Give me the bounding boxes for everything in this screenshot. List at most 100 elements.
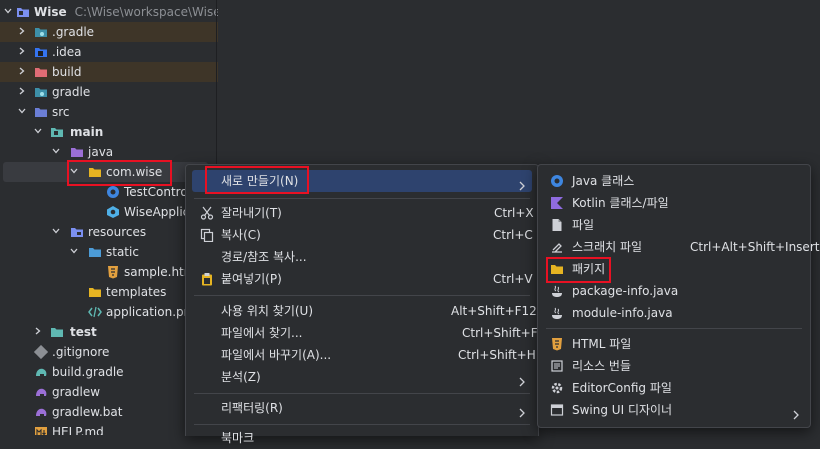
tree-item-build[interactable]: build: [0, 62, 218, 82]
tree-item-java[interactable]: java: [0, 142, 218, 162]
source-folder-icon: [70, 145, 84, 159]
submenu-item-resource-bundle[interactable]: 리소스 번들: [544, 355, 804, 377]
chevron-down-icon[interactable]: [70, 247, 78, 255]
menu-item-copy-path[interactable]: 경로/참조 복사...: [192, 246, 532, 268]
root-name: Wise: [34, 5, 67, 19]
menu-item-cut[interactable]: 잘라내기(T) Ctrl+X: [192, 202, 534, 224]
tree-item-label: gradlew: [52, 385, 101, 399]
excluded-folder-icon: [34, 65, 48, 79]
submenu-item-package-info[interactable]: package-info.java: [544, 280, 804, 302]
tree-item-gradle[interactable]: gradle: [0, 82, 218, 102]
menu-separator: [546, 328, 802, 329]
menu-item-label: 리팩터링(R): [221, 401, 283, 415]
menu-separator: [194, 198, 530, 199]
test-folder-icon: [50, 325, 64, 339]
tree-item-gradle-hidden[interactable]: .gradle: [0, 22, 218, 42]
menu-item-shortcut: Ctrl+C: [493, 228, 533, 242]
resource-bundle-icon: [550, 359, 564, 373]
tree-item-label: HELP.md: [52, 425, 104, 435]
chevron-down-icon[interactable]: [34, 127, 42, 135]
menu-item-refactor[interactable]: 리팩터링(R): [192, 397, 532, 419]
file-icon: [550, 218, 564, 232]
chevron-right-icon[interactable]: [18, 47, 26, 55]
chevron-down-icon[interactable]: [4, 7, 12, 15]
markdown-file-icon: [34, 425, 48, 435]
spring-boot-class-icon: [106, 205, 120, 219]
tree-item-label: gradle: [52, 85, 91, 99]
folder-icon: [88, 245, 102, 259]
menu-item-paste[interactable]: 붙여넣기(P) Ctrl+V: [192, 268, 533, 290]
menu-item-label: 패키지: [572, 262, 606, 276]
submenu-item-kotlin-file[interactable]: Kotlin 클래스/파일: [544, 192, 804, 214]
chevron-down-icon[interactable]: [18, 107, 26, 115]
submenu-item-html-file[interactable]: HTML 파일: [544, 333, 804, 355]
menu-item-copy[interactable]: 복사(C) Ctrl+C: [192, 224, 533, 246]
menu-item-shortcut: Alt+Shift+F12: [451, 304, 537, 318]
java-file-icon: [550, 284, 564, 298]
tree-root-row[interactable]: Wise C:\Wise\workspace\Wise: [0, 2, 218, 22]
menu-item-find-in-files[interactable]: 파일에서 찾기... Ctrl+Shift+F: [192, 322, 538, 344]
menu-item-analyze[interactable]: 분석(Z): [192, 366, 532, 388]
tree-item-label: com.wise: [106, 165, 163, 179]
module-folder-icon: [50, 125, 64, 139]
menu-item-label: 분석(Z): [221, 370, 261, 384]
submenu-item-package[interactable]: 패키지: [544, 258, 804, 280]
menu-item-shortcut: Ctrl+V: [493, 272, 533, 286]
menu-item-shortcut: Ctrl+Shift+H: [458, 348, 536, 362]
properties-file-icon: [88, 305, 102, 319]
submenu-item-module-info[interactable]: module-info.java: [544, 302, 804, 324]
menu-item-label: 붙여넣기(P): [221, 272, 282, 286]
chevron-down-icon[interactable]: [52, 147, 60, 155]
menu-item-label: 리소스 번들: [572, 359, 632, 373]
menu-item-label: Kotlin 클래스/파일: [572, 196, 669, 210]
submenu-item-scratch-file[interactable]: 스크래치 파일 Ctrl+Alt+Shift+Insert: [544, 236, 819, 258]
menu-item-shortcut: Ctrl+X: [494, 206, 534, 220]
menu-item-new[interactable]: 새로 만들기(N): [192, 170, 532, 192]
gradle-elephant-icon: [34, 365, 48, 379]
tree-item-com-wise[interactable]: com.wise: [3, 162, 208, 182]
chevron-right-icon[interactable]: [18, 87, 26, 95]
submenu-item-java-class[interactable]: Java 클래스: [544, 170, 804, 192]
menu-item-bookmarks[interactable]: 북마크: [192, 427, 532, 449]
chevron-right-icon[interactable]: [34, 327, 42, 335]
submenu-item-file[interactable]: 파일: [544, 214, 804, 236]
menu-item-label: 잘라내기(T): [221, 206, 282, 220]
tree-item-label: .idea: [52, 45, 82, 59]
menu-item-label: 경로/참조 복사...: [221, 250, 307, 264]
tree-item-main[interactable]: main: [0, 122, 218, 142]
chevron-right-icon[interactable]: [18, 27, 26, 35]
menu-item-label: HTML 파일: [572, 337, 632, 351]
chevron-down-icon[interactable]: [52, 227, 60, 235]
submenu-item-editorconfig[interactable]: EditorConfig 파일: [544, 377, 804, 399]
gradle-elephant-icon: [34, 405, 48, 419]
tree-item-label: TestControl: [124, 185, 192, 199]
tree-item-label: java: [88, 145, 114, 159]
idea-folder-icon: [34, 45, 48, 59]
tree-item-label: src: [52, 105, 70, 119]
chevron-right-icon: [519, 403, 525, 418]
chevron-down-icon[interactable]: [70, 167, 78, 175]
package-folder-icon: [550, 262, 564, 276]
chevron-right-icon[interactable]: [18, 67, 26, 75]
tree-item-idea[interactable]: .idea: [0, 42, 218, 62]
folder-icon: [34, 105, 48, 119]
html-file-icon: [106, 265, 120, 279]
submenu-item-swing-ui-designer[interactable]: Swing UI 디자이너: [544, 399, 804, 421]
menu-item-label: 새로 만들기(N): [221, 174, 299, 188]
menu-item-shortcut: Ctrl+Alt+Shift+Insert: [690, 240, 820, 254]
menu-separator: [194, 424, 530, 425]
tree-item-label: static: [106, 245, 139, 259]
menu-separator: [194, 393, 530, 394]
tree-item-label: test: [70, 325, 97, 339]
root-path: C:\Wise\workspace\Wise: [74, 5, 218, 19]
menu-item-replace-in-files[interactable]: 파일에서 바꾸기(A)... Ctrl+Shift+H: [192, 344, 536, 366]
chevron-right-icon: [519, 176, 525, 191]
tree-item-label: build: [52, 65, 82, 79]
copy-icon: [200, 228, 214, 242]
tree-item-src[interactable]: src: [0, 102, 218, 122]
tree-item-label: main: [70, 125, 104, 139]
chevron-right-icon: [519, 372, 525, 387]
gradle-elephant-icon: [34, 385, 48, 399]
menu-item-find-usages[interactable]: 사용 위치 찾기(U) Alt+Shift+F12: [192, 300, 537, 322]
java-file-icon: [550, 306, 564, 320]
